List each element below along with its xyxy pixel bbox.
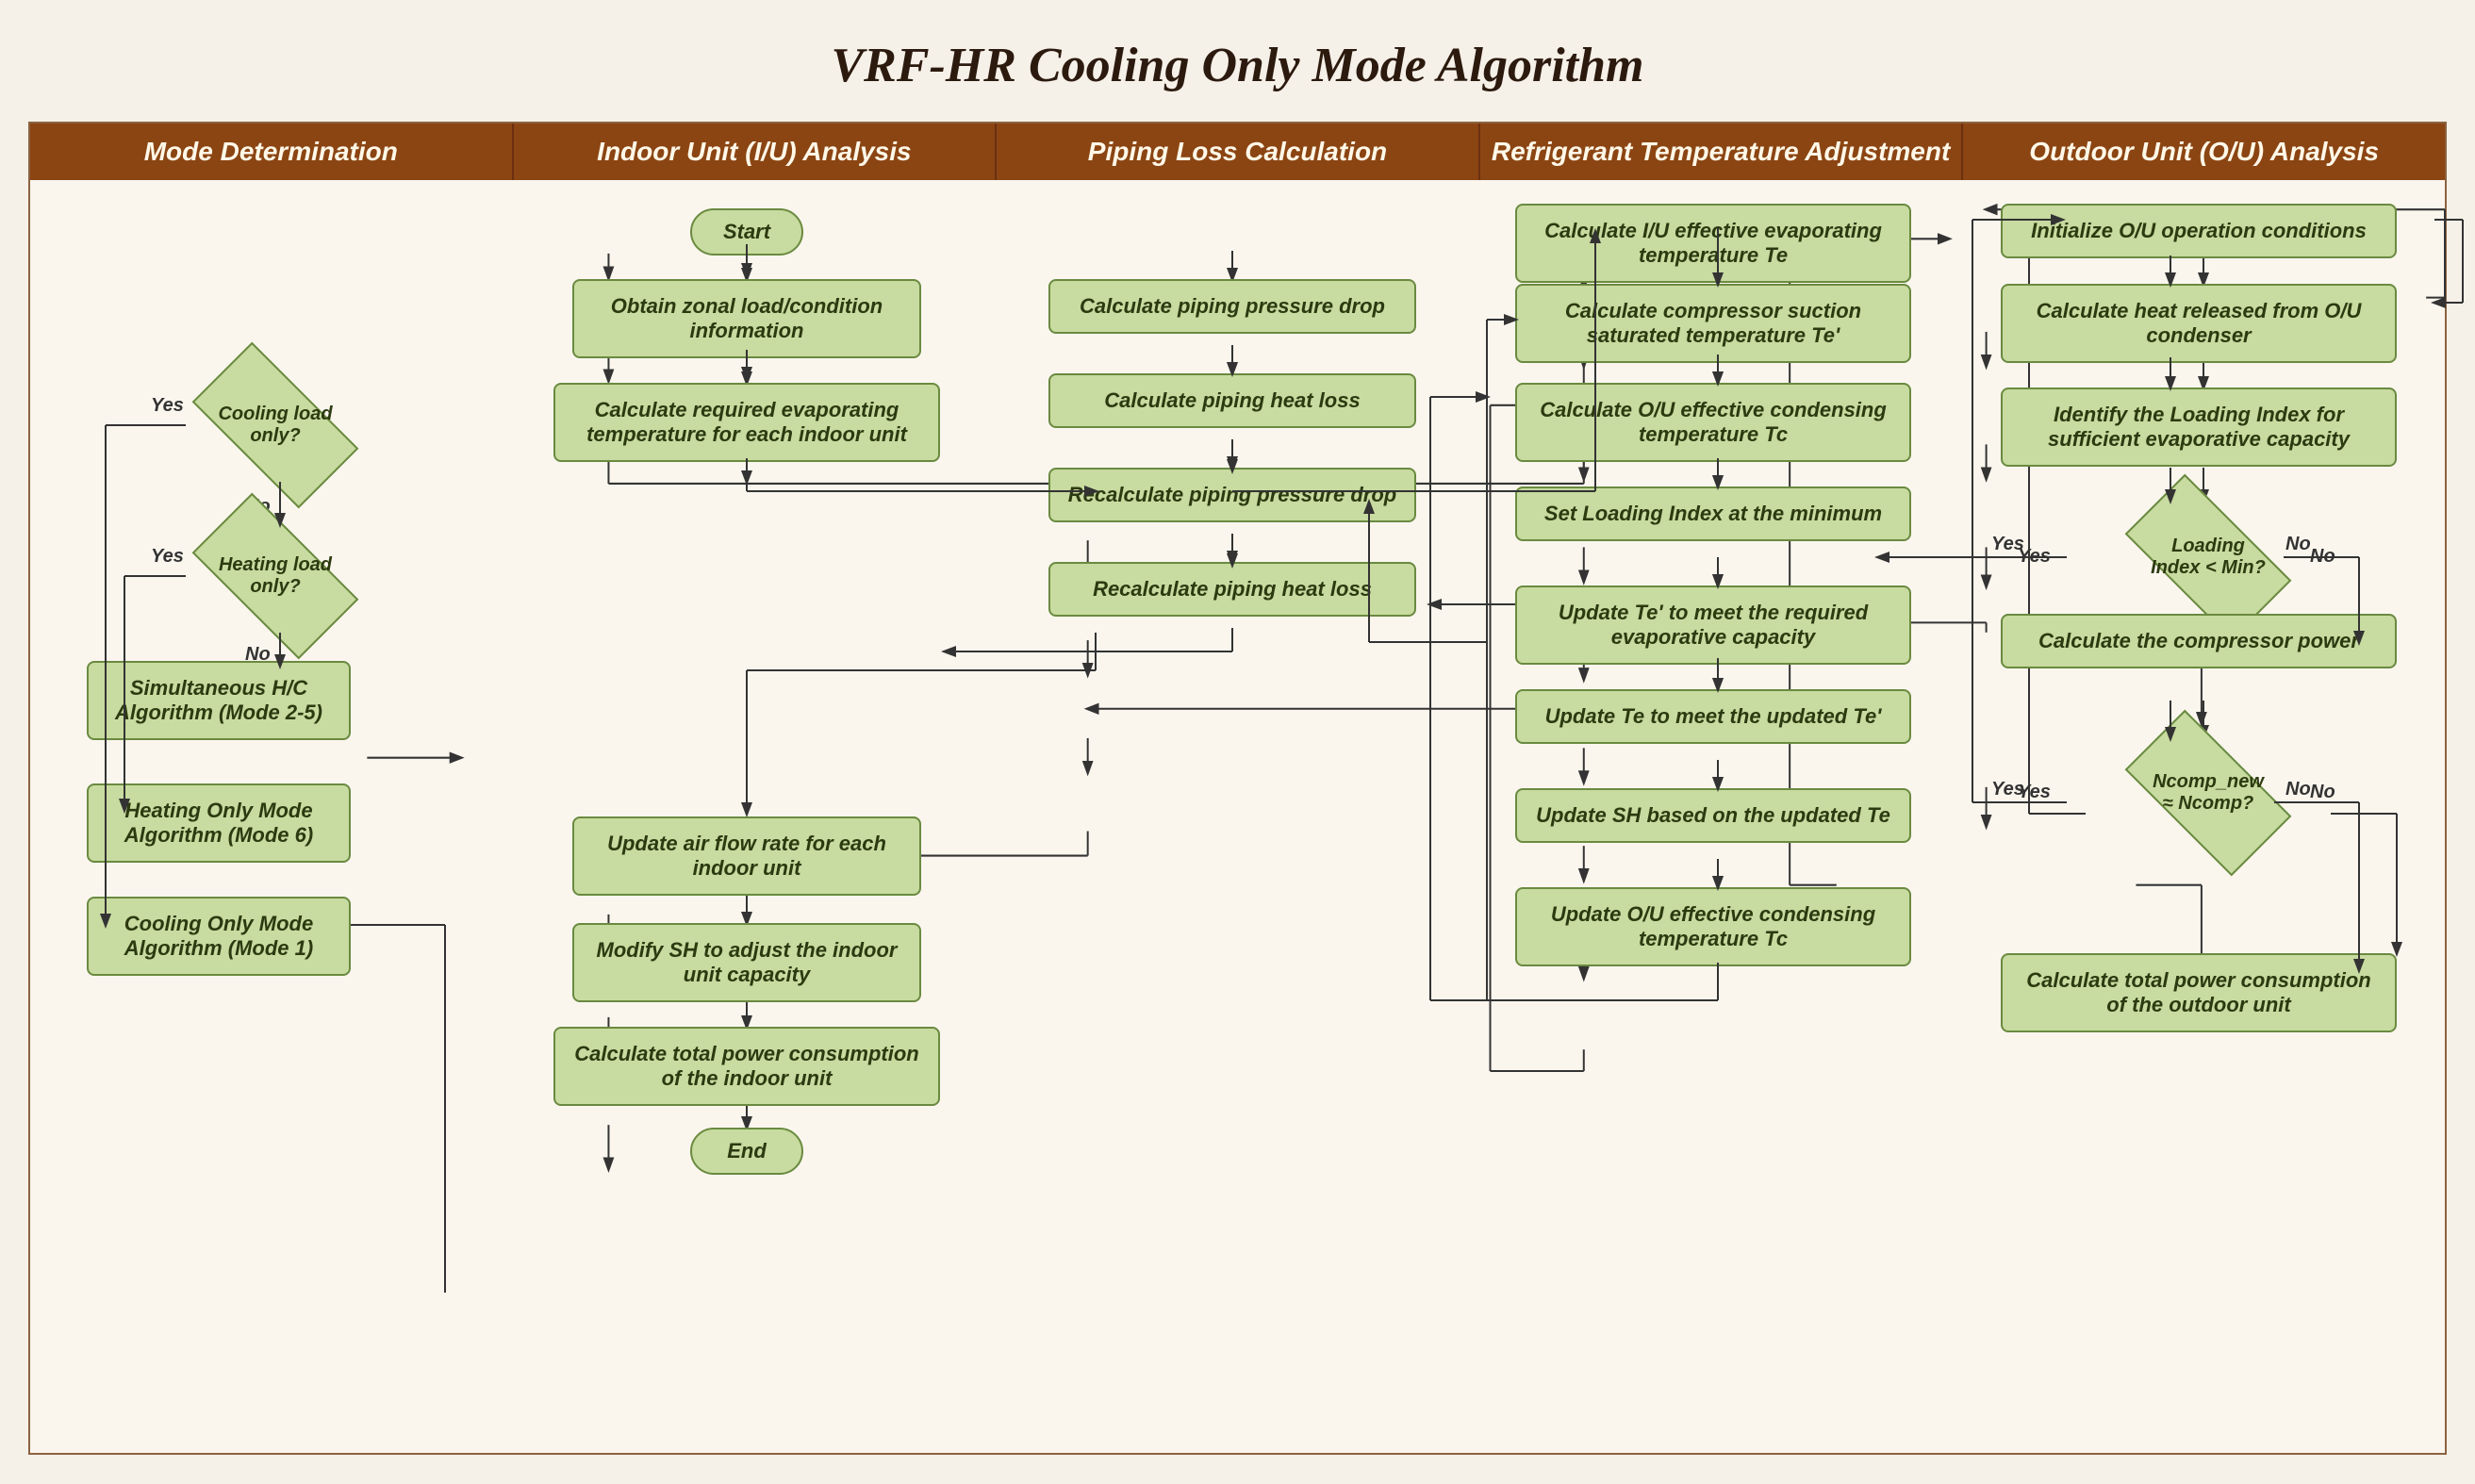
- col-refrigerant: Calculate I/U effective evaporating temp…: [1487, 180, 1972, 1406]
- node-cooling-only: Cooling Only Mode Algorithm (Mode 1): [87, 897, 351, 976]
- label-yes2: Yes: [151, 546, 184, 568]
- col-header-mode: Mode Determination: [30, 124, 514, 180]
- diamond-cooling-load: Cooling load only?: [181, 369, 370, 482]
- node-calc-comp-power: Calculate the compressor power: [2001, 614, 2397, 668]
- diamond-ncomp-label: Ncomp_new ≈ Ncomp?: [2142, 767, 2274, 819]
- col-header-outdoor: Outdoor Unit (O/U) Analysis: [1963, 124, 2445, 180]
- node-modify-sh: Modify SH to adjust the indoor unit capa…: [572, 923, 921, 1002]
- node-calc-total-power-ou: Calculate total power consumption of the…: [2001, 953, 2397, 1032]
- node-iu-eff-evap: Calculate I/U effective evaporating temp…: [1515, 204, 1911, 283]
- node-update-airflow: Update air flow rate for each indoor uni…: [572, 816, 921, 896]
- node-init-ou: Initialize O/U operation conditions: [2001, 204, 2397, 258]
- node-identify-loading: Identify the Loading Index for sufficien…: [2001, 387, 2397, 467]
- node-recalc-piping-pd: Recalculate piping pressure drop: [1048, 468, 1416, 522]
- node-set-loading: Set Loading Index at the minimum: [1515, 486, 1911, 541]
- node-calc-total-power-iu: Calculate total power consumption of the…: [553, 1027, 940, 1106]
- col-header-indoor: Indoor Unit (I/U) Analysis: [514, 124, 998, 180]
- piping-arrows: [1001, 180, 1487, 1406]
- diamond-heating-label: Heating load only?: [209, 550, 341, 602]
- label-yes-loading: Yes: [2018, 546, 2051, 568]
- col-header-piping: Piping Loss Calculation: [997, 124, 1480, 180]
- node-obtain-zonal: Obtain zonal load/condition information: [572, 279, 921, 358]
- col-outdoor: Initialize O/U operation conditions Calc…: [1972, 180, 2458, 1406]
- diamond-loading-label: Loading Index < Min?: [2142, 531, 2274, 584]
- label-no-ncomp: No: [2310, 782, 2335, 803]
- label-yes1: Yes: [151, 395, 184, 417]
- page-title: VRF-HR Cooling Only Mode Algorithm: [19, 38, 2456, 93]
- node-end: End: [690, 1128, 803, 1175]
- diagram-container: Mode Determination Indoor Unit (I/U) Ana…: [28, 122, 2447, 1455]
- label-yes-ncomp: Yes: [2018, 782, 2051, 803]
- node-ou-effective-tc: Calculate O/U effective condensing tempe…: [1515, 383, 1911, 462]
- columns-header: Mode Determination Indoor Unit (I/U) Ana…: [30, 124, 2445, 180]
- col-header-refrigerant: Refrigerant Temperature Adjustment: [1480, 124, 1964, 180]
- node-comp-suction: Calculate compressor suction saturated t…: [1515, 284, 1911, 363]
- node-calc-req-evap: Calculate required evaporating temperatu…: [553, 383, 940, 462]
- node-update-sh: Update SH based on the updated Te: [1515, 788, 1911, 843]
- node-start: Start: [690, 208, 803, 256]
- columns-body: Cooling load only? Yes No Heating load o…: [30, 180, 2445, 1453]
- indoor-arrows: [516, 180, 1001, 1406]
- node-calc-heat-released: Calculate heat released from O/U condens…: [2001, 284, 2397, 363]
- node-update-te: Update Te to meet the updated Te': [1515, 689, 1911, 744]
- node-sim-hc: Simultaneous H/C Algorithm (Mode 2-5): [87, 661, 351, 740]
- node-calc-piping-hl: Calculate piping heat loss: [1048, 373, 1416, 428]
- col-piping: Calculate piping pressure drop Calculate…: [1001, 180, 1487, 1406]
- col-mode: Cooling load only? Yes No Heating load o…: [30, 180, 516, 1406]
- node-heating-only: Heating Only Mode Algorithm (Mode 6): [87, 783, 351, 863]
- node-update-ou-tc: Update O/U effective condensing temperat…: [1515, 887, 1911, 966]
- node-recalc-piping-hl: Recalculate piping heat loss: [1048, 562, 1416, 617]
- diamond-heating-load: Heating load only?: [181, 519, 370, 633]
- label-no-loading: No: [2310, 546, 2335, 568]
- diamond-loading-index: Loading Index < Min?: [2114, 501, 2302, 614]
- diamond-ncomp: Ncomp_new ≈ Ncomp?: [2114, 736, 2302, 849]
- node-update-te-prime: Update Te' to meet the required evaporat…: [1515, 585, 1911, 665]
- diamond-cooling-label: Cooling load only?: [209, 399, 341, 452]
- node-calc-piping-pd: Calculate piping pressure drop: [1048, 279, 1416, 334]
- col-indoor: Start Obtain zonal load/condition inform…: [516, 180, 1001, 1406]
